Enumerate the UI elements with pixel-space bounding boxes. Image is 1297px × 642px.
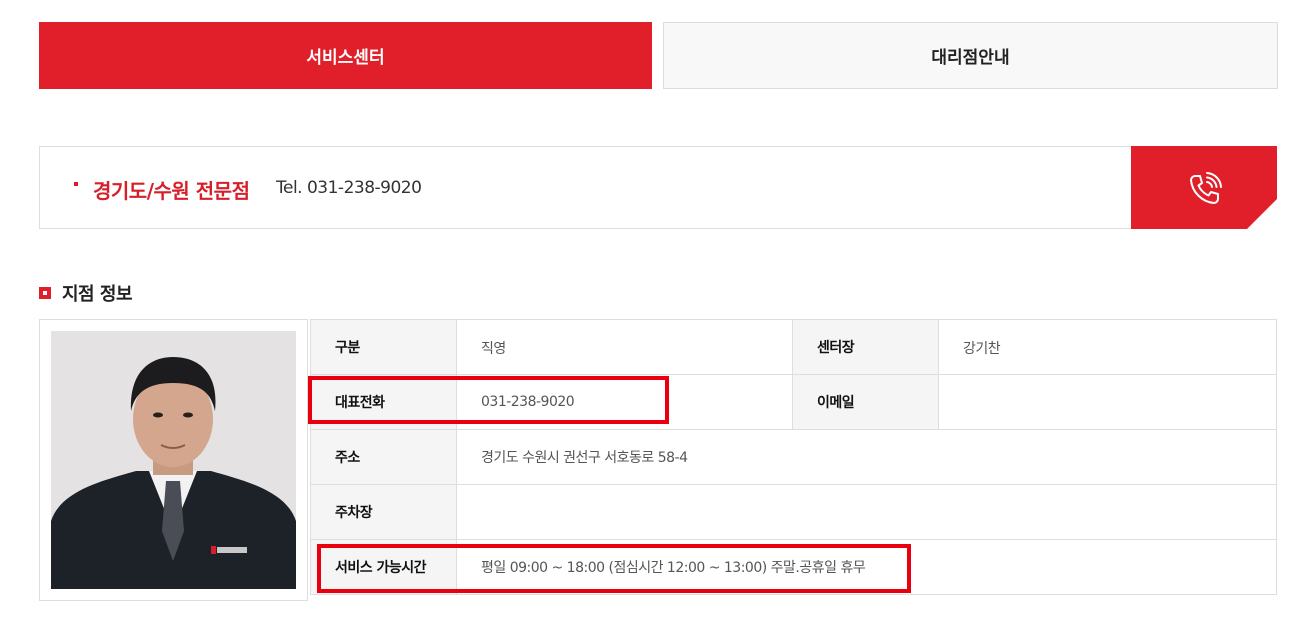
highlight-box-hours xyxy=(317,544,911,593)
phone-icon xyxy=(1190,172,1222,204)
address-value: 경기도 수원시 권선구 서호동로 58-4 xyxy=(456,429,1277,485)
manager-value: 강기찬 xyxy=(938,319,1277,375)
email-value xyxy=(938,374,1277,430)
parking-value xyxy=(456,484,1277,540)
branch-tel: Tel. 031-238-9020 xyxy=(276,178,422,198)
bullet-icon xyxy=(74,182,78,186)
branch-name: 경기도/수원 전문점 xyxy=(93,179,250,203)
section-title-text: 지점 정보 xyxy=(62,284,133,305)
tab-bar: 서비스센터 대리점안내 xyxy=(39,22,1278,89)
type-label: 구분 xyxy=(310,319,457,375)
branch-header: 경기도/수원 전문점 Tel. 031-238-9020 xyxy=(39,146,1277,229)
tab-dealer-info[interactable]: 대리점안내 xyxy=(663,22,1278,89)
section-title: 지점 정보 xyxy=(39,280,133,306)
type-value: 직영 xyxy=(456,319,793,375)
table-row: 주소 경기도 수원시 권선구 서호동로 58-4 xyxy=(310,429,1277,485)
manager-photo-frame xyxy=(39,319,308,601)
corner-fold xyxy=(1247,199,1277,229)
email-label: 이메일 xyxy=(792,374,939,430)
highlight-box-phone xyxy=(308,376,669,424)
tab-service-center[interactable]: 서비스센터 xyxy=(39,22,652,89)
table-row: 구분 직영 센터장 강기찬 xyxy=(310,319,1277,375)
parking-label: 주차장 xyxy=(310,484,457,540)
address-label: 주소 xyxy=(310,429,457,485)
manager-label: 센터장 xyxy=(792,319,939,375)
table-row: 주차장 xyxy=(310,484,1277,540)
manager-photo xyxy=(51,331,296,589)
square-bullet-icon xyxy=(39,287,51,299)
call-button[interactable] xyxy=(1131,146,1277,229)
